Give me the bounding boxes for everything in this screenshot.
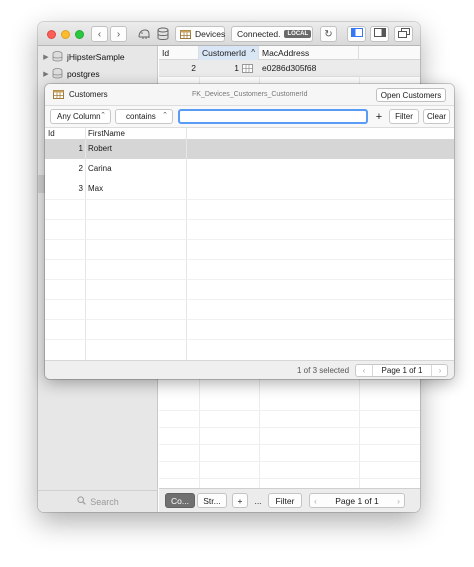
sidebar-search-field[interactable]: Search	[38, 490, 158, 512]
zoom-window-button[interactable]	[75, 30, 84, 39]
back-button[interactable]: ‹	[91, 26, 108, 42]
chevron-left-icon[interactable]: ‹	[314, 496, 317, 506]
chevron-updown-icon: ⌃	[162, 112, 168, 119]
database-icon	[52, 51, 63, 62]
sidebar-item-label: postgres	[67, 68, 100, 79]
add-row-button[interactable]: +	[232, 493, 248, 508]
grid-footer: Co... Str... + ... Filter ‹ Page 1 of 1 …	[159, 488, 420, 512]
database-icon[interactable]	[157, 27, 169, 41]
foreign-key-name: FK_Devices_Customers_CustomerId	[192, 91, 308, 98]
cell-firstname[interactable]: Carina	[88, 159, 112, 179]
tab-structure[interactable]: Str...	[197, 493, 227, 508]
chevron-right-icon[interactable]: ›	[433, 365, 447, 376]
elephant-icon[interactable]	[137, 27, 151, 41]
refresh-icon: ↻	[324, 28, 333, 40]
chevron-updown-icon: ⌃	[100, 112, 106, 119]
new-window-button[interactable]	[394, 26, 413, 42]
toolbar: ‹ › Devices Connected. LOCAL ↻	[38, 22, 420, 46]
popover-header: Customers FK_Devices_Customers_CustomerI…	[45, 84, 454, 106]
cell-firstname[interactable]: Max	[88, 179, 103, 199]
foreign-key-link-icon[interactable]	[242, 64, 253, 75]
sidebar-left-icon	[350, 28, 363, 40]
cell-id[interactable]: 2	[159, 60, 196, 77]
toggle-sidebar-button[interactable]	[347, 26, 366, 42]
tab-content[interactable]: Co...	[165, 493, 195, 508]
table-row[interactable]: 2 Carina	[45, 159, 454, 179]
page-label: Page 1 of 1	[335, 495, 379, 506]
add-filter-button[interactable]: +	[372, 109, 386, 124]
column-header-id[interactable]: Id	[159, 46, 199, 60]
grid-header: Id CustomerId ^ MacAddress	[159, 46, 420, 60]
connection-status: Connected. LOCAL	[231, 26, 313, 42]
foreign-key-popover: Customers FK_Devices_Customers_CustomerI…	[45, 84, 454, 379]
sidebar-item-label: jHipsterSample	[67, 51, 125, 62]
windows-icon	[397, 27, 410, 41]
pagination-control[interactable]: ‹ Page 1 of 1 ›	[355, 364, 448, 377]
connection-status-text: Connected.	[237, 29, 281, 39]
sidebar-right-icon	[373, 28, 386, 40]
cell-id[interactable]: 3	[45, 179, 83, 199]
local-badge: LOCAL	[284, 30, 312, 38]
close-window-button[interactable]	[47, 30, 56, 39]
popover-footer: 1 of 3 selected ‹ Page 1 of 1 ›	[45, 360, 454, 379]
filter-value-input[interactable]	[178, 109, 368, 124]
table-row[interactable]: 1 Robert	[45, 139, 454, 159]
table-name: Devices	[195, 29, 226, 39]
chevron-left-icon[interactable]: ‹	[357, 365, 371, 376]
page-label: Page 1 of 1	[372, 365, 432, 376]
cell-customerid[interactable]: 1	[199, 60, 239, 77]
chevron-right-icon: ›	[116, 28, 121, 40]
refresh-button[interactable]: ↻	[320, 26, 337, 42]
database-icon	[52, 68, 63, 79]
table-selector[interactable]: Devices	[175, 26, 225, 42]
chevron-left-icon: ‹	[97, 28, 102, 40]
clear-button[interactable]: Clear	[423, 109, 450, 124]
sort-ascending-icon: ^	[251, 48, 255, 57]
filter-column-select[interactable]: Any Column ⌃	[50, 109, 111, 124]
cell-macaddress[interactable]: e0286d305f68	[262, 60, 362, 77]
toggle-detail-pane-button[interactable]	[370, 26, 389, 42]
filter-bar: Any Column ⌃ contains ⌃ + Filter Clear	[45, 106, 454, 128]
open-customers-button[interactable]: Open Customers	[376, 88, 446, 102]
chevron-right-icon[interactable]: ›	[397, 496, 400, 506]
table-icon	[53, 90, 64, 101]
more-button[interactable]: ...	[250, 493, 266, 508]
pagination-control[interactable]: ‹ Page 1 of 1 ›	[309, 493, 405, 508]
column-header-macaddress[interactable]: MacAddress	[259, 46, 359, 60]
filter-operator-value: contains	[126, 112, 156, 121]
cell-firstname[interactable]: Robert	[88, 139, 112, 159]
table-row[interactable]: 2 1 e0286d305f68	[159, 60, 420, 77]
disclosure-triangle-icon[interactable]: ▶	[40, 70, 52, 78]
search-placeholder: Search	[90, 496, 119, 507]
table-icon	[180, 29, 191, 39]
cell-id[interactable]: 2	[45, 159, 83, 179]
filter-operator-select[interactable]: contains ⌃	[115, 109, 173, 124]
sidebar-item-jhipstersample[interactable]: ▶ jHipsterSample	[38, 48, 158, 65]
disclosure-triangle-icon[interactable]: ▶	[40, 53, 52, 61]
forward-button[interactable]: ›	[110, 26, 127, 42]
popover-title: Customers	[69, 90, 108, 99]
selection-status: 1 of 3 selected	[297, 366, 350, 375]
minimize-window-button[interactable]	[61, 30, 70, 39]
table-row[interactable]: 3 Max	[45, 179, 454, 199]
filter-column-value: Any Column	[57, 112, 101, 121]
filter-button[interactable]: Filter	[389, 109, 419, 124]
filter-button[interactable]: Filter	[268, 493, 302, 508]
column-header-customerid[interactable]: CustomerId ^	[199, 46, 259, 60]
sidebar-item-postgres[interactable]: ▶ postgres	[38, 65, 158, 82]
search-icon	[77, 496, 86, 507]
cell-id[interactable]: 1	[45, 139, 83, 159]
